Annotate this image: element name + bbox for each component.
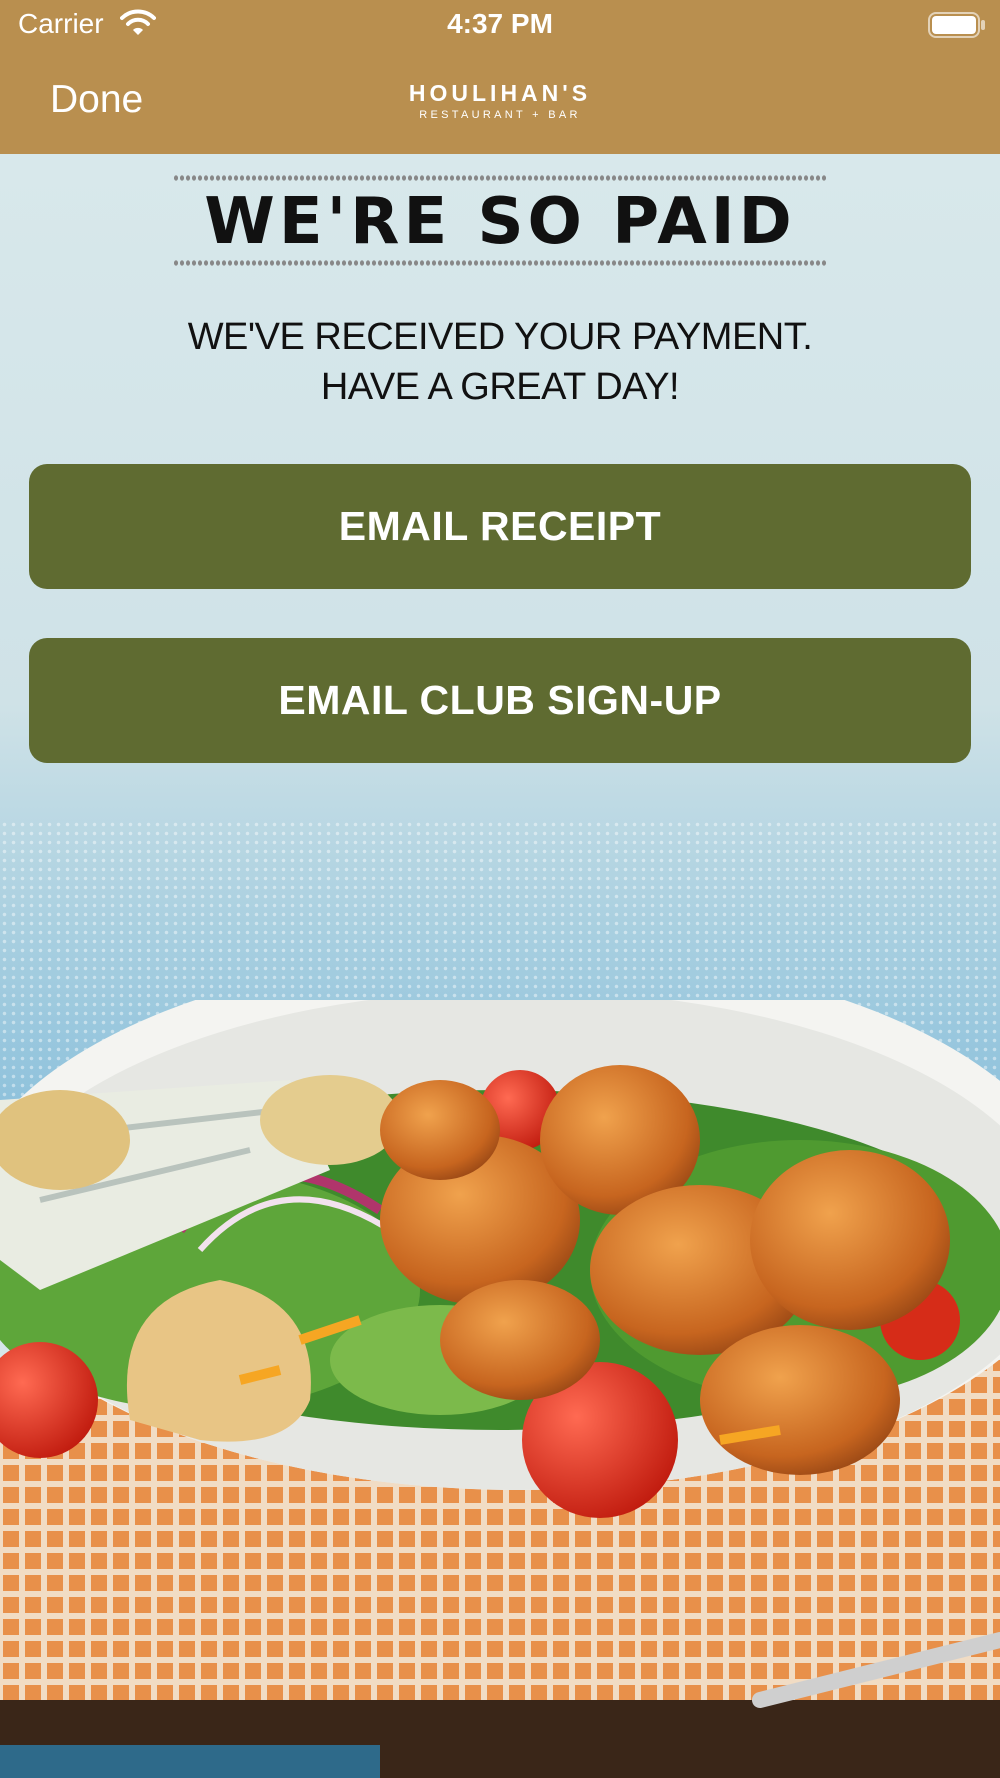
status-bar: Carrier 4:37 PM [0, 0, 1000, 50]
message-line-2: HAVE A GREAT DAY! [320, 366, 680, 408]
status-time: 4:37 PM [447, 8, 553, 39]
salad-photo [0, 1000, 1000, 1778]
done-button[interactable]: Done [50, 78, 143, 122]
headline: WE'RE SO PAID [204, 185, 796, 259]
email-club-signup-button[interactable]: EMAIL CLUB SIGN-UP [29, 638, 971, 763]
battery-icon [928, 12, 986, 43]
email-receipt-button[interactable]: EMAIL RECEIPT [29, 464, 971, 589]
payment-message: WE'VE RECEIVED YOUR PAYMENT. HAVE A GREA… [100, 312, 900, 412]
logo-main: HOULIHAN'S [408, 80, 592, 106]
houlihans-logo: HOULIHAN'S RESTAURANT + BAR [400, 80, 600, 122]
top-bar: Carrier 4:37 PM Done HOULIHAN'S RESTAURA… [0, 0, 1000, 154]
headline-bottom-divider [173, 259, 827, 267]
message-line-1: WE'VE RECEIVED YOUR PAYMENT. [187, 316, 813, 358]
logo-sub: RESTAURANT + BAR [419, 109, 581, 121]
headline-top-divider [173, 174, 827, 182]
